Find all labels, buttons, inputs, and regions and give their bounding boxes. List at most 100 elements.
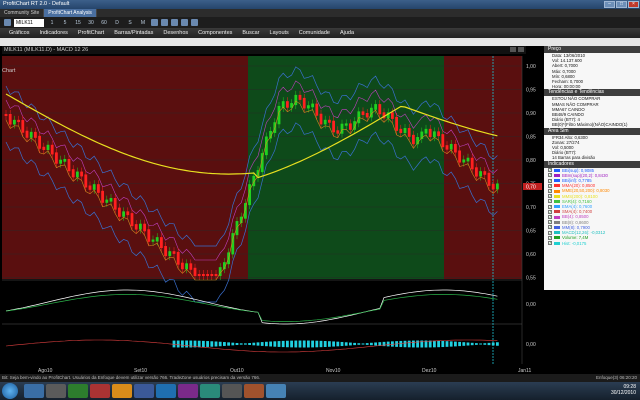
candle-body bbox=[496, 183, 499, 190]
menu-buscar[interactable]: Buscar bbox=[237, 30, 264, 36]
taskbar-app-icon[interactable] bbox=[156, 384, 176, 398]
maximize-button[interactable]: □ bbox=[616, 1, 627, 8]
timeframe-button[interactable]: 1 bbox=[47, 20, 57, 26]
chart-close-button[interactable] bbox=[518, 47, 524, 52]
taskbar-app-icon[interactable] bbox=[178, 384, 198, 398]
taskbar-firefox-icon[interactable] bbox=[112, 384, 132, 398]
menu-desenhos[interactable]: Desenhos bbox=[158, 30, 193, 36]
menu-comunidade[interactable]: Comunidade bbox=[294, 30, 335, 36]
candle-body bbox=[395, 116, 398, 131]
taskbar-explorer-icon[interactable] bbox=[46, 384, 66, 398]
zoom-in-icon[interactable] bbox=[151, 19, 158, 26]
menu-ajuda[interactable]: Ajuda bbox=[335, 30, 359, 36]
indicator-checkbox[interactable]: ✓ bbox=[548, 235, 552, 240]
indicator-checkbox[interactable]: ✓ bbox=[548, 168, 552, 173]
timeframe-button[interactable]: M bbox=[138, 20, 148, 26]
macd-histogram-bar bbox=[454, 341, 457, 347]
taskbar-clock[interactable]: 09:28 30/12/2010 bbox=[611, 384, 636, 396]
macd-histogram-bar bbox=[466, 342, 470, 346]
timeframe-button[interactable]: 30 bbox=[86, 20, 96, 26]
macd-lower-line bbox=[5, 339, 498, 353]
macd-histogram-bar bbox=[223, 342, 226, 346]
candle-body bbox=[176, 251, 180, 265]
indicator-color-swatch bbox=[554, 225, 560, 229]
menu-graficos[interactable]: Gráficos bbox=[4, 30, 34, 36]
timeframe-button[interactable]: 5 bbox=[60, 20, 70, 26]
price-section-header[interactable]: Preço bbox=[544, 46, 640, 53]
timeframe-button[interactable]: 15 bbox=[73, 20, 83, 26]
candle-body bbox=[46, 144, 50, 151]
indicators-section-header[interactable]: Indicadores bbox=[544, 160, 640, 168]
indicator-checkbox[interactable]: ✓ bbox=[548, 199, 552, 204]
candle-body bbox=[433, 131, 436, 138]
menu-barras-pintadas[interactable]: Barras/Pintadas bbox=[109, 30, 158, 36]
candle-body bbox=[470, 157, 474, 170]
menu-indicadores[interactable]: Indicadores bbox=[34, 30, 72, 36]
taskbar-app-icon[interactable] bbox=[134, 384, 154, 398]
indicator-row[interactable]: ✓ Hist: -0,0175 bbox=[544, 241, 640, 246]
indicator-checkbox[interactable]: ✓ bbox=[548, 194, 552, 199]
macd-histogram-bar bbox=[374, 342, 377, 346]
taskbar-app-icon[interactable] bbox=[266, 384, 286, 398]
indicator-checkbox[interactable]: ✓ bbox=[548, 241, 552, 246]
taskbar-app-icon[interactable] bbox=[244, 384, 264, 398]
indicator-checkbox[interactable]: ✓ bbox=[548, 204, 552, 209]
timeframe-button[interactable]: S bbox=[125, 20, 135, 26]
zoom-out-icon[interactable] bbox=[161, 19, 168, 26]
indicator-checkbox[interactable]: ✓ bbox=[548, 183, 552, 188]
indicator-checkbox[interactable]: ✓ bbox=[548, 178, 552, 183]
taskbar-app-icon[interactable] bbox=[90, 384, 110, 398]
tab-bar: Community Site ProfitChart Analysis bbox=[0, 9, 640, 17]
indicator-checkbox[interactable]: ✓ bbox=[548, 189, 552, 194]
chart-title: MILK11 (MILK11.D) - MACD 12 26 bbox=[4, 47, 89, 53]
price-chart[interactable]: 1,000,950,900,850,800,750,700,650,600,55… bbox=[0, 54, 544, 374]
area-section-header[interactable]: Área Sim bbox=[544, 127, 640, 135]
indicator-checkbox[interactable]: ✓ bbox=[548, 173, 552, 178]
candle-body bbox=[160, 237, 163, 249]
menu-layouts[interactable]: Layouts bbox=[265, 30, 294, 36]
chart-side-label: Chart bbox=[2, 68, 16, 74]
timeframe-button[interactable]: 60 bbox=[99, 20, 109, 26]
indicator-checkbox[interactable]: ✓ bbox=[548, 209, 552, 214]
menu-profitchart[interactable]: ProfitChart bbox=[73, 30, 109, 36]
close-button[interactable]: × bbox=[628, 1, 639, 8]
taskbar-media-icon[interactable] bbox=[68, 384, 88, 398]
tab-profitchart-analysis[interactable]: ProfitChart Analysis bbox=[44, 9, 97, 17]
taskbar-ie-icon[interactable] bbox=[24, 384, 44, 398]
indicator-checkbox[interactable]: ✓ bbox=[548, 220, 552, 225]
candle-body bbox=[181, 262, 184, 270]
window-title: ProfitChart RT 2.0 - Default bbox=[3, 1, 70, 7]
candle-body bbox=[29, 131, 33, 138]
symbol-input[interactable]: MILK11 bbox=[14, 18, 44, 27]
start-button[interactable] bbox=[2, 383, 18, 399]
indicator-checkbox[interactable]: ✓ bbox=[548, 215, 552, 220]
taskbar-app-icon[interactable] bbox=[200, 384, 220, 398]
candle-body bbox=[391, 112, 394, 119]
macd-histogram-bar bbox=[475, 343, 478, 345]
line-tool-icon[interactable] bbox=[181, 19, 188, 26]
clock-date: 30/12/2010 bbox=[610, 390, 636, 396]
indicator-label: Hist: -0,0175 bbox=[562, 240, 587, 246]
candle-body bbox=[361, 111, 365, 115]
macd-histogram-bar bbox=[412, 340, 415, 348]
trend-section-header[interactable]: Tendências e Tendências bbox=[544, 89, 640, 97]
price-axis-label: 0,65 bbox=[526, 229, 536, 235]
candle-style-icon[interactable] bbox=[171, 19, 178, 26]
candle-body bbox=[134, 224, 138, 230]
status-text: Bit: Seja bem-vindo ao ProfitChart. Usuá… bbox=[2, 375, 261, 380]
crosshair-icon[interactable] bbox=[191, 19, 198, 26]
menu-componentes[interactable]: Componentes bbox=[193, 30, 237, 36]
minimize-button[interactable]: – bbox=[604, 1, 615, 8]
macd-histogram-bar bbox=[281, 340, 285, 348]
indicator-checkbox[interactable]: ✓ bbox=[548, 225, 552, 230]
indicator-checkbox[interactable]: ✓ bbox=[548, 230, 552, 235]
tab-community-site[interactable]: Community Site bbox=[0, 9, 45, 17]
macd-histogram-bar bbox=[265, 341, 268, 347]
taskbar-app-icon[interactable] bbox=[222, 384, 242, 398]
candle-body bbox=[412, 134, 415, 145]
candle-body bbox=[428, 128, 432, 138]
indicator-color-swatch bbox=[554, 220, 560, 224]
candle-body bbox=[214, 274, 218, 276]
chart-minimize-button[interactable] bbox=[510, 47, 516, 52]
timeframe-button[interactable]: D bbox=[112, 20, 122, 26]
